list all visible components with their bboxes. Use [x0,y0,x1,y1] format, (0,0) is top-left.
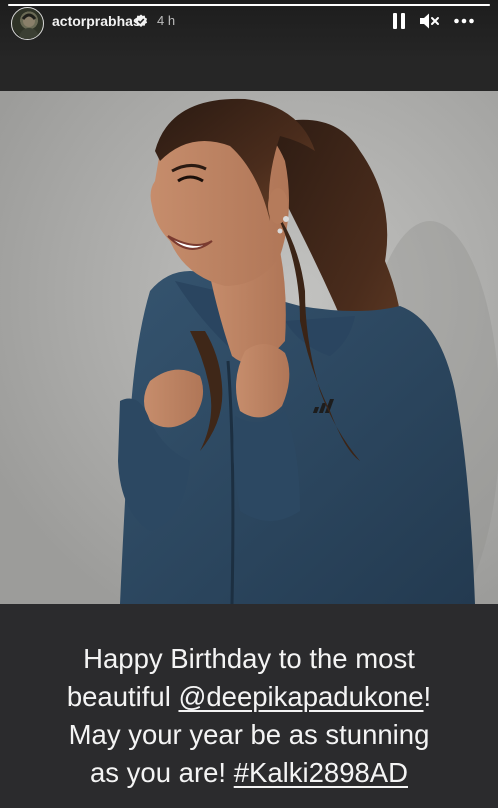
caption-text: ! [423,681,432,712]
mention-link[interactable]: @deepikapadukone [178,681,423,712]
story-caption: Happy Birthday to the most beautiful @de… [0,640,498,792]
story-photo [0,91,498,604]
caption-text: as you are! [90,757,234,788]
post-time: 4 h [157,13,176,28]
caption-line: May your year be as stunning [0,716,498,754]
caption-line: as you are! #Kalki2898AD [0,754,498,792]
more-horizontal-icon[interactable] [453,10,475,32]
verified-badge-icon [134,14,148,27]
caption-panel: Happy Birthday to the most beautiful @de… [0,604,498,808]
pause-icon[interactable] [388,10,410,32]
username[interactable]: actorprabhas [52,13,141,29]
caption-text: Happy Birthday to the most [83,643,415,674]
caption-line: Happy Birthday to the most [0,640,498,678]
avatar[interactable] [11,7,44,40]
story-header: actorprabhas 4 h [0,0,498,44]
speaker-muted-icon[interactable] [418,10,440,32]
caption-text: May your year be as stunning [68,719,430,750]
hashtag-link[interactable]: #Kalki2898AD [234,757,408,788]
caption-line: beautiful @deepikapadukone! [0,678,498,716]
caption-text: beautiful [66,681,179,712]
story-viewer: actorprabhas 4 h Happy Birthday to the m… [0,0,498,808]
